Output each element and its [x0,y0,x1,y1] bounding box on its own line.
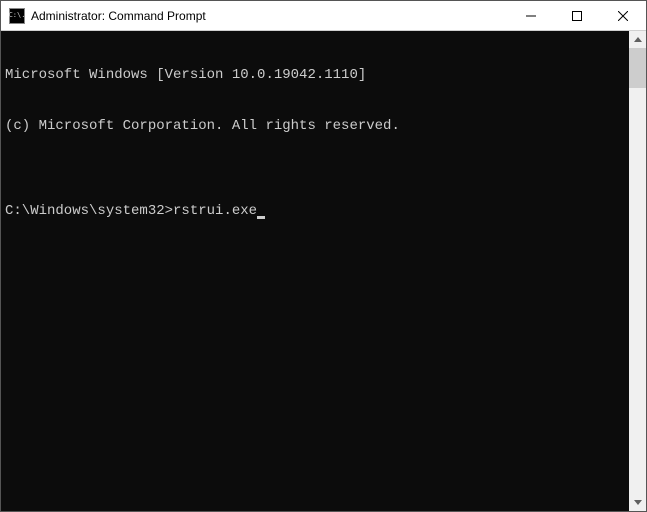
text-cursor [257,216,265,219]
vertical-scrollbar[interactable] [629,31,646,511]
scroll-down-button[interactable] [629,494,646,511]
app-icon: C:\. [9,8,25,24]
client-area: Microsoft Windows [Version 10.0.19042.11… [1,31,646,511]
prompt-line: C:\Windows\system32>rstrui.exe [5,203,627,220]
scrollbar-thumb[interactable] [629,48,646,88]
command-prompt-window: C:\. Administrator: Command Prompt Micro… [0,0,647,512]
version-line: Microsoft Windows [Version 10.0.19042.11… [5,67,627,84]
window-controls [508,1,646,30]
close-icon [618,11,628,21]
chevron-down-icon [634,500,642,505]
app-icon-glyph: C:\. [9,12,26,19]
scrollbar-track[interactable] [629,48,646,494]
minimize-icon [526,11,536,21]
chevron-up-icon [634,37,642,42]
titlebar[interactable]: C:\. Administrator: Command Prompt [1,1,646,31]
command-input[interactable]: rstrui.exe [173,203,257,220]
terminal[interactable]: Microsoft Windows [Version 10.0.19042.11… [1,31,629,511]
close-button[interactable] [600,1,646,30]
window-title: Administrator: Command Prompt [31,9,206,23]
prompt-text: C:\Windows\system32> [5,203,173,220]
copyright-line: (c) Microsoft Corporation. All rights re… [5,118,627,135]
scroll-up-button[interactable] [629,31,646,48]
maximize-icon [572,11,582,21]
maximize-button[interactable] [554,1,600,30]
minimize-button[interactable] [508,1,554,30]
